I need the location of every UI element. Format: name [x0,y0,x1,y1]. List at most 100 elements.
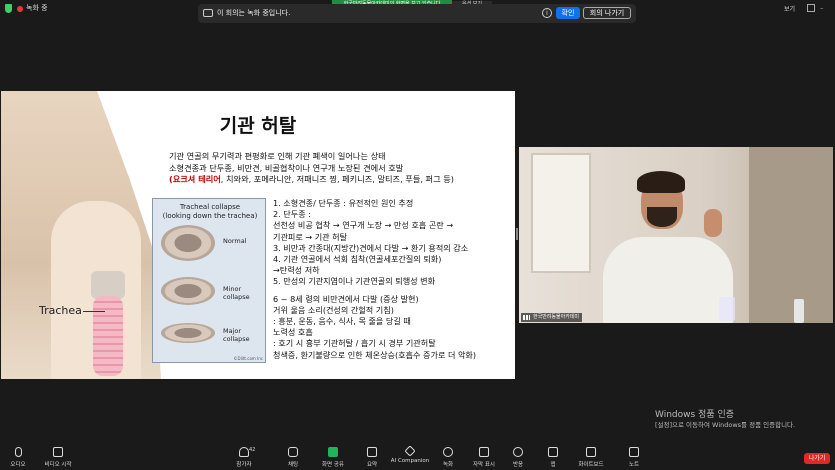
desk-cup [719,297,735,321]
video-window [531,153,591,273]
point-line: 4. 기관 연골에서 석회 침착(연골세포간질의 퇴화) [273,254,442,265]
label-line: Minor [223,285,242,293]
reactions-button[interactable]: 반응 [498,447,538,468]
desk-bottle [794,299,804,323]
minor-collapse-label: Minor collapse [223,285,250,301]
speaker-hair [637,171,685,193]
chat-label: 채팅 [287,462,299,468]
recording-notice: 이 회의는 녹화 중입니다. i 확인 회의 나가기 [198,4,636,23]
participant-video-tile[interactable]: 한국반려동물아카데미 [519,147,833,323]
point-line: : 호기 시 흉부 기관허탈 / 흡기 시 경부 기관허탈 [273,338,436,349]
notes-button[interactable]: 노트 [614,447,654,468]
point-line: 기관피로 → 기관 허탈 [273,231,348,242]
recording-notice-text: 이 회의는 녹화 중입니다. [217,9,291,17]
leave-button[interactable]: 나가기 [804,453,830,464]
speaker-hand [704,209,722,237]
point-line: : 흥분, 운동, 음수, 식사, 목 줄을 당길 때 [273,316,411,327]
ai-label: AI Companion [390,458,430,464]
participant-name: 한국반려동물아카데미 [533,314,580,320]
ai-sparkle-icon [404,445,416,457]
diagram-title: Tracheal collapse (looking down the trac… [153,203,267,221]
intro-line: 소형견종과 단두종, 비만견, 비골협착이나 연구개 노장된 견에서 호발 [169,162,404,173]
diagram-title-line: Tracheal collapse [179,203,241,211]
share-screen-button[interactable]: 화면 공유 [313,447,353,468]
trachea-label: Trachea [39,304,82,317]
speaker-beard [647,207,677,227]
record-icon [443,447,453,457]
participant-name-tag: 한국반려동물아카데미 [521,313,583,322]
trachea-pointer-line [83,311,105,312]
intro-line: (요크셔 테리어, 치와와, 포메라니안, 저패니즈 찡, 페키니즈, 말티즈,… [169,174,509,186]
major-collapse-label: Major collapse [223,327,250,343]
label-line: Major [223,327,242,335]
summary-button[interactable]: 요약 [352,447,392,468]
notes-label: 노트 [628,462,640,468]
shield-icon[interactable] [5,4,12,13]
participants-icon [239,447,249,457]
view-menu-button[interactable]: 보기 [784,4,795,13]
chat-icon [288,447,298,457]
intro-breeds: , 치와와, 포메라니안, 저패니즈 찡, 페키니즈, 말티즈, 푸들, 퍼그 … [220,174,454,184]
participants-button[interactable]: 42 참가자 [224,447,264,468]
diagram-title-line: (looking down the trachea) [162,212,258,220]
share-screen-icon [328,447,338,457]
label-line: collapse [223,335,250,343]
label-line: collapse [223,293,250,301]
point-line: 3. 비만과 간종대(지방간)견에서 다발 → 환기 용적의 감소 [273,242,469,253]
video-label: 비디오 시작 [44,462,72,468]
microphone-icon [14,447,22,457]
video-camera-icon [53,447,63,457]
intro-line: 기관 연골의 무기력과 편평화로 인해 기관 폐색이 일어나는 상태 [169,151,386,161]
start-video-button[interactable]: 비디오 시작 [38,447,78,468]
windows-activation-subtitle: [설정]으로 이동하여 Windows를 정품 인증합니다. [655,421,796,429]
record-button[interactable]: 녹화 [428,447,468,468]
recording-icon [17,6,23,12]
captions-icon [479,447,489,457]
minor-collapse-ring [161,277,215,305]
speaker-body [603,237,733,323]
apps-grid-icon [548,447,558,457]
reactions-label: 반응 [512,462,524,468]
point-line: 5. 만성의 기관지염이나 기관연골의 퇴행성 변화 [273,276,436,287]
record-label: 녹화 [442,462,454,468]
point-line: 6 ~ 8세 령의 비만견에서 다발 (증상 발현) [273,293,419,304]
apps-button[interactable]: 앱 [533,447,573,468]
confirm-button[interactable]: 확인 [556,7,580,19]
point-line: →탄력성 저하 [273,265,320,276]
minimize-icon[interactable]: – [820,4,828,12]
point-line: 청색증, 환기불량으로 인한 체온상승(호흡수 증가로 더 악화) [273,349,477,360]
ai-companion-button[interactable]: AI Companion [390,445,430,464]
whiteboard-button[interactable]: 화이트보드 [571,447,611,468]
chat-button[interactable]: 채팅 [273,447,313,468]
info-icon[interactable]: i [542,8,552,18]
normal-label: Normal [223,237,247,245]
summary-icon [367,447,377,457]
window-restore-icon[interactable] [807,4,815,12]
apps-label: 앱 [550,462,556,468]
point-line: 노력성 호흡 [273,327,313,338]
recording-notice-icon [203,9,213,17]
point-line: 선천성 비공 협착 → 연구개 노장 → 만성 호흡 곤란 → [273,220,454,231]
shared-slide: Trachea 기관 허탈 기관 연골의 무기력과 편평화로 인해 기관 폐색이… [1,91,515,379]
summary-label: 요약 [366,462,378,468]
audio-button[interactable]: 오디오 [0,447,38,468]
point-line: 2. 단두종 : [273,209,311,220]
slide-points: 1. 소형견종/ 단두종 : 유전적인 원인 추정 2. 단두종 : 선천성 비… [273,198,513,361]
recording-label: 녹화 중 [26,4,48,12]
leave-meeting-button[interactable]: 회의 나가기 [583,7,631,19]
major-collapse-ring [161,323,215,343]
slide-title: 기관 허탈 [219,115,297,137]
share-label: 화면 공유 [322,462,344,468]
slide-intro: 기관 연골의 무기력과 편평화로 인해 기관 폐색이 일어나는 상태 소형견종과… [169,151,509,186]
notes-icon [629,447,639,457]
signal-icon [523,315,530,320]
point-line: 1. 소형견종/ 단두종 : 유전적인 원인 추정 [273,198,414,208]
whiteboard-icon [586,447,596,457]
intro-highlight: (요크셔 테리어 [169,174,221,184]
split-view-handle[interactable] [516,228,518,240]
tracheal-collapse-diagram: Tracheal collapse (looking down the trac… [152,198,266,363]
larynx-illustration [91,271,125,299]
participants-count: 42 [249,447,256,453]
audio-label: 오디오 [10,462,26,468]
smiley-icon [513,447,523,457]
